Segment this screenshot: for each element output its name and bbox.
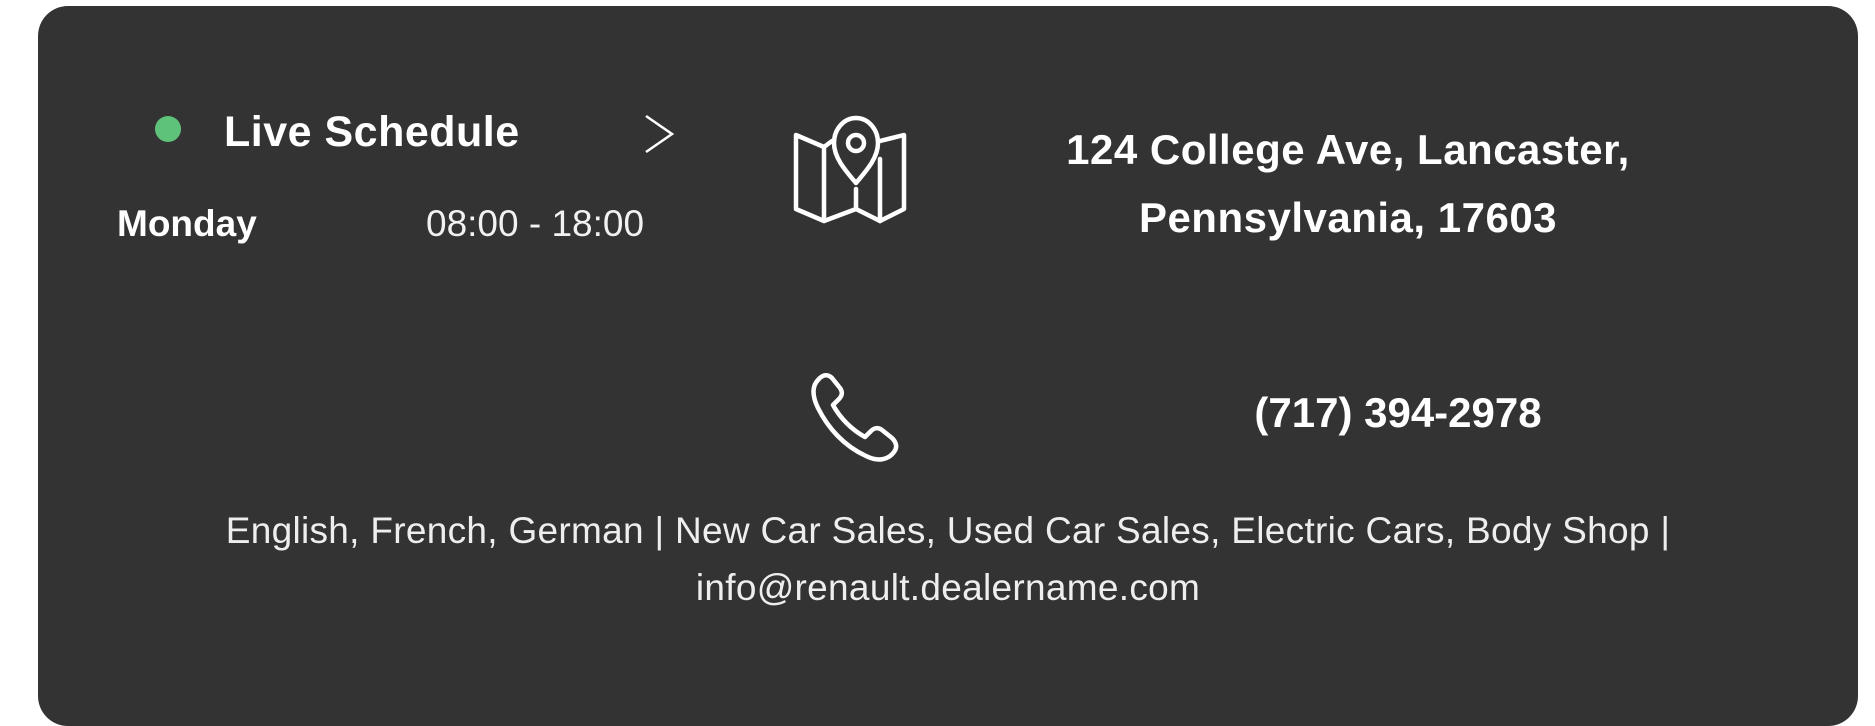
email-link[interactable]: info@renault.dealername.com <box>118 559 1778 616</box>
languages-services-text: English, French, German | New Car Sales,… <box>225 510 1671 551</box>
schedule-day: Monday <box>117 203 257 244</box>
phone-number-link[interactable]: (717) 394-2978 <box>1198 387 1598 439</box>
dealer-info-footer: English, French, German | New Car Sales,… <box>118 502 1778 616</box>
live-status-dot <box>155 116 181 142</box>
map-pin-icon <box>793 115 907 224</box>
phone-icon <box>811 373 899 462</box>
address-line-1: 124 College Ave, Lancaster, <box>1066 126 1630 173</box>
schedule-title[interactable]: Live Schedule <box>224 106 520 158</box>
dealer-info-card: Live Schedule Monday 08:00 - 18:00 124 C… <box>38 6 1858 726</box>
schedule-hours: 08:00 - 18:00 <box>426 203 645 244</box>
chevron-right-icon[interactable] <box>638 112 678 156</box>
address-line-2: Pennsylvania, 17603 <box>1138 194 1558 241</box>
dealer-address[interactable]: 124 College Ave, Lancaster, Pennsylvania… <box>998 116 1698 252</box>
